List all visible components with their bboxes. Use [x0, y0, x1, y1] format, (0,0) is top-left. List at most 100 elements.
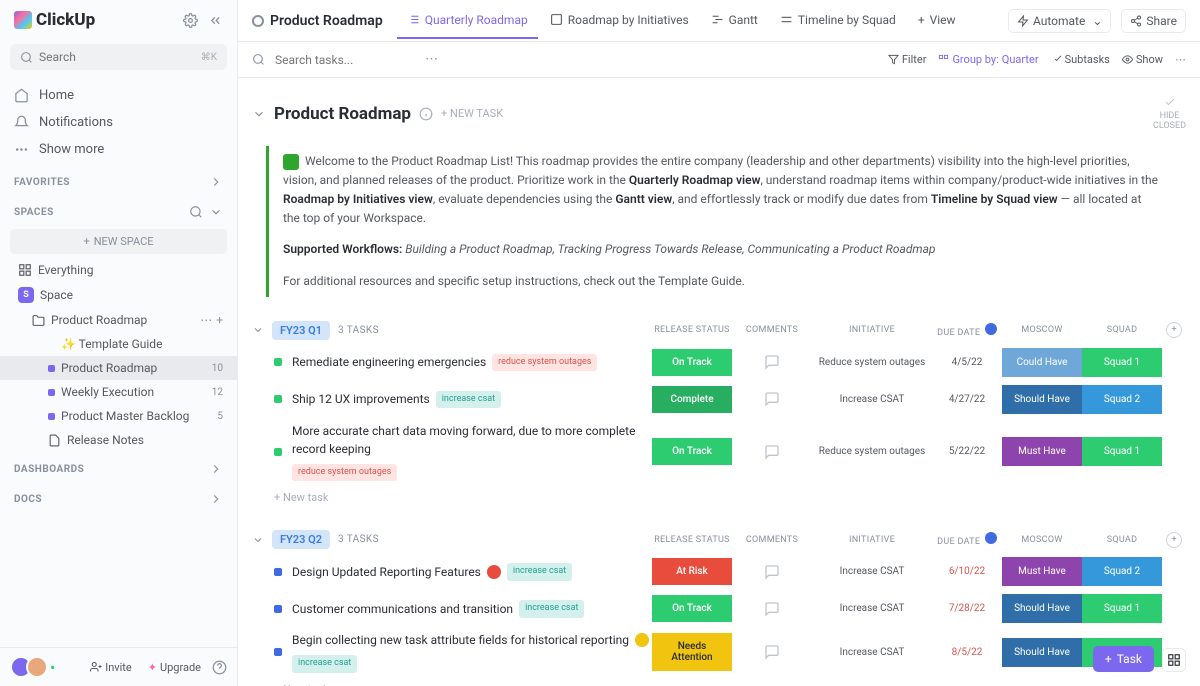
chevron-down-icon[interactable] — [252, 324, 264, 336]
task-tag[interactable]: increase csat — [519, 600, 584, 618]
initiative-cell[interactable]: Increase CSAT — [812, 566, 932, 577]
invite-button[interactable]: Invite — [85, 658, 137, 677]
moscow-cell[interactable]: Should Have — [1002, 385, 1082, 414]
task-row[interactable]: Ship 12 UX improvements increase csat Co… — [252, 381, 1186, 418]
chevron-down-icon[interactable] — [252, 534, 264, 546]
col-due[interactable]: DUE DATE — [932, 532, 1002, 547]
status-square-icon[interactable] — [274, 358, 282, 366]
status-square-icon[interactable] — [274, 605, 282, 613]
due-date-cell[interactable]: 6/10/22 — [932, 566, 1002, 577]
group-chip[interactable]: FY23 Q2 — [272, 530, 330, 549]
squad-cell[interactable]: Squad 1 — [1082, 594, 1162, 623]
task-tag[interactable]: reduce system outages — [492, 354, 597, 372]
status-square-icon[interactable] — [274, 648, 282, 656]
more-icon[interactable]: ⋯ — [425, 52, 438, 67]
comment-icon[interactable] — [732, 354, 812, 370]
release-status-cell[interactable]: On Track — [652, 438, 732, 465]
release-status-cell[interactable]: On Track — [652, 595, 732, 622]
dashboards-header[interactable]: DASHBOARDS — [0, 452, 237, 482]
tab-add-view[interactable]: +View — [908, 3, 966, 39]
initiative-cell[interactable]: Increase CSAT — [812, 647, 932, 658]
comment-icon[interactable] — [732, 644, 812, 660]
add-column-button[interactable]: + — [1166, 322, 1182, 338]
release-status-cell[interactable]: Needs Attention — [652, 633, 732, 671]
add-column-button[interactable]: + — [1166, 532, 1182, 548]
due-date-cell[interactable]: 5/22/22 — [932, 446, 1002, 457]
tree-release-notes[interactable]: Release Notes — [0, 428, 237, 452]
tree-weekly[interactable]: Weekly Execution12 — [0, 380, 237, 404]
tab-quarterly[interactable]: Quarterly Roadmap — [397, 3, 538, 39]
col-initiative[interactable]: INITIATIVE — [812, 535, 932, 545]
tree-everything[interactable]: Everything — [0, 258, 237, 282]
apps-button[interactable] — [1162, 648, 1186, 672]
col-squad[interactable]: SQUAD — [1082, 325, 1162, 335]
task-tag[interactable]: increase csat — [436, 391, 501, 409]
status-square-icon[interactable] — [274, 448, 282, 456]
task-title[interactable]: More accurate chart data moving forward,… — [292, 422, 652, 482]
upgrade-button[interactable]: ✦Upgrade — [143, 658, 206, 677]
moscow-cell[interactable]: Could Have — [1002, 348, 1082, 377]
chevron-down-icon[interactable] — [252, 107, 266, 121]
release-status-cell[interactable]: On Track — [652, 349, 732, 376]
task-row[interactable]: Customer communications and transition i… — [252, 590, 1186, 627]
tab-timeline[interactable]: Timeline by Squad — [770, 3, 906, 39]
task-tag[interactable]: increase csat — [292, 655, 357, 673]
show-button[interactable]: Show — [1122, 53, 1163, 66]
task-row[interactable]: Remediate engineering emergencies reduce… — [252, 344, 1186, 381]
logo[interactable]: ClickUp — [14, 10, 95, 30]
squad-cell[interactable]: Squad 1 — [1082, 348, 1162, 377]
tree-roadmap-list[interactable]: Product Roadmap10 — [0, 356, 237, 380]
col-comments[interactable]: COMMENTS — [732, 535, 812, 545]
task-title[interactable]: Ship 12 UX improvements increase csat — [292, 390, 652, 408]
col-due[interactable]: DUE DATE — [932, 323, 1002, 338]
chevron-down-icon[interactable] — [209, 205, 223, 219]
spaces-header[interactable]: SPACES — [0, 195, 237, 225]
status-square-icon[interactable] — [274, 568, 282, 576]
task-title[interactable]: Design Updated Reporting Features increa… — [292, 563, 652, 581]
due-date-cell[interactable]: 8/5/22 — [932, 647, 1002, 658]
col-moscow[interactable]: MOSCOW — [1002, 535, 1082, 545]
squad-cell[interactable]: Squad 1 — [1082, 437, 1162, 466]
user-avatars[interactable] — [10, 656, 48, 678]
subtasks-button[interactable]: Subtasks — [1051, 53, 1110, 66]
new-space-button[interactable]: +NEW SPACE — [10, 229, 227, 254]
add-task-button[interactable]: + New task — [252, 485, 1186, 510]
task-tag[interactable]: reduce system outages — [292, 464, 397, 482]
group-chip[interactable]: FY23 Q1 — [272, 321, 330, 340]
status-square-icon[interactable] — [274, 395, 282, 403]
comment-icon[interactable] — [732, 444, 812, 460]
more-icon[interactable]: ⋯ — [1175, 53, 1186, 66]
col-release[interactable]: RELEASE STATUS — [652, 535, 732, 545]
col-moscow[interactable]: MOSCOW — [1002, 325, 1082, 335]
moscow-cell[interactable]: Should Have — [1002, 638, 1082, 667]
nav-show-more[interactable]: Show more — [0, 136, 237, 163]
search-field[interactable] — [39, 50, 201, 64]
comment-icon[interactable] — [732, 391, 812, 407]
col-initiative[interactable]: INITIATIVE — [812, 325, 932, 335]
release-status-cell[interactable]: Complete — [652, 386, 732, 413]
task-tag[interactable]: increase csat — [507, 563, 572, 581]
tree-backlog[interactable]: Product Master Backlog5 — [0, 404, 237, 428]
release-status-cell[interactable]: At Risk — [652, 558, 732, 585]
col-comments[interactable]: COMMENTS — [732, 325, 812, 335]
due-date-cell[interactable]: 4/27/22 — [932, 394, 1002, 405]
task-title[interactable]: Remediate engineering emergencies reduce… — [292, 353, 652, 371]
gear-icon[interactable] — [183, 13, 198, 28]
favorites-header[interactable]: FAVORITES — [0, 165, 237, 195]
task-row[interactable]: More accurate chart data moving forward,… — [252, 418, 1186, 486]
more-icon[interactable]: ⋯ — [200, 313, 212, 327]
comment-icon[interactable] — [732, 601, 812, 617]
plus-icon[interactable]: + — [216, 313, 223, 327]
search-input[interactable]: ⌘K — [10, 44, 227, 70]
nav-notifications[interactable]: Notifications — [0, 109, 237, 136]
new-task-link[interactable]: + NEW TASK — [441, 107, 503, 120]
task-row[interactable]: Design Updated Reporting Features increa… — [252, 553, 1186, 590]
moscow-cell[interactable]: Must Have — [1002, 557, 1082, 586]
share-button[interactable]: Share — [1121, 9, 1186, 33]
squad-cell[interactable]: Squad 2 — [1082, 557, 1162, 586]
tab-gantt[interactable]: Gantt — [701, 3, 768, 39]
squad-cell[interactable]: Squad 2 — [1082, 385, 1162, 414]
new-task-float-button[interactable]: +Task — [1093, 646, 1154, 672]
task-search-input[interactable] — [275, 53, 415, 67]
tree-space[interactable]: SSpace — [0, 282, 237, 308]
